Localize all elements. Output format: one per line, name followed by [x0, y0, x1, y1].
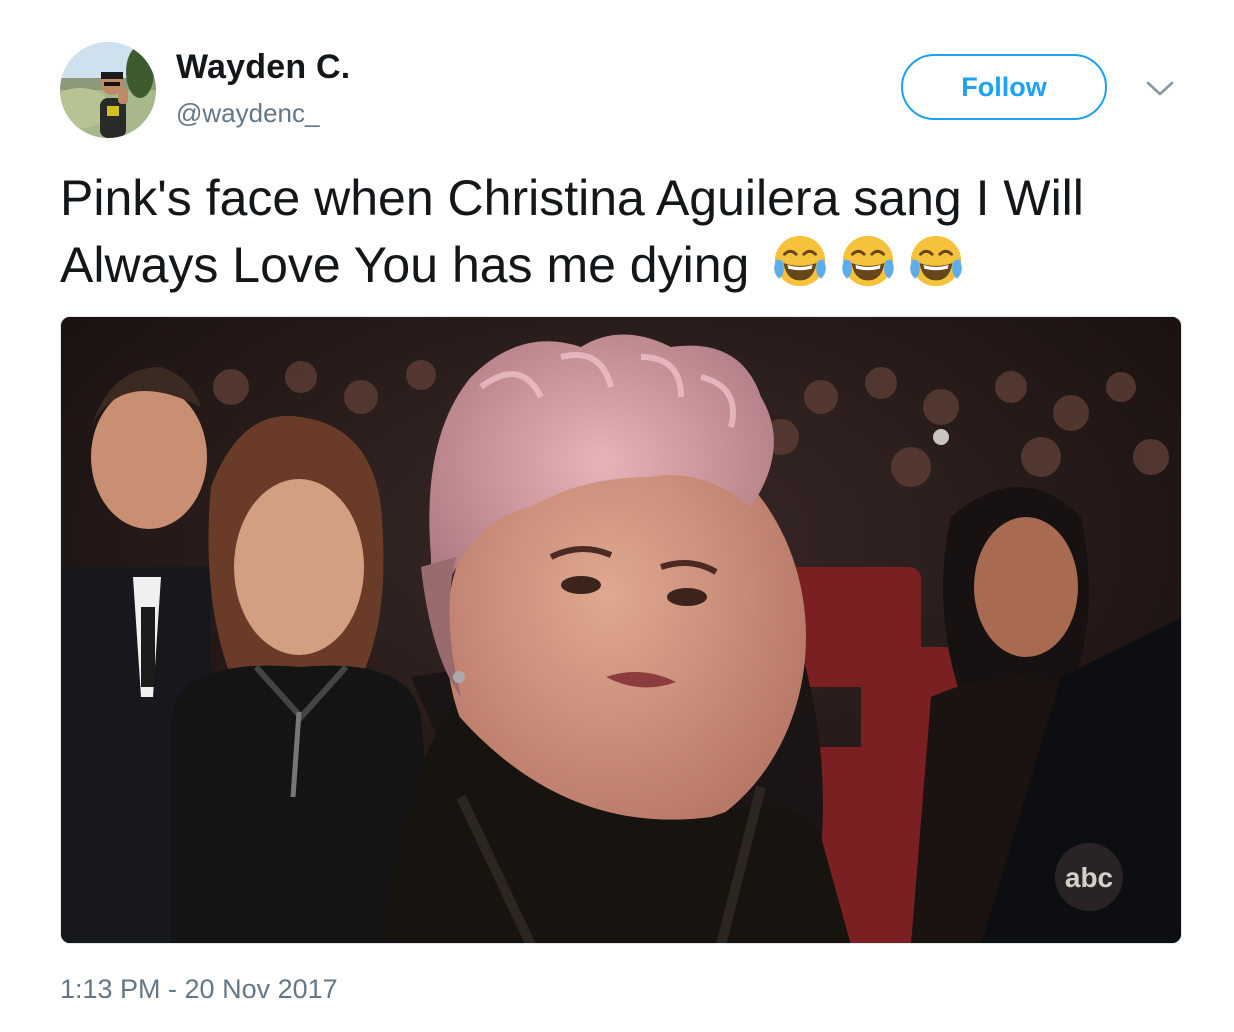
face-with-tears-of-joy-icon — [769, 230, 831, 292]
emoji-group — [763, 235, 967, 293]
face-with-tears-of-joy-icon — [837, 230, 899, 292]
abc-logo: abc — [1055, 843, 1123, 911]
author-display-name[interactable]: Wayden C. — [176, 48, 350, 87]
author-handle[interactable]: @waydenc_ — [176, 98, 319, 129]
tweet-text-container: Pink's face when Christina Aguilera sang… — [60, 166, 1190, 297]
chevron-down-icon[interactable] — [1144, 76, 1176, 100]
svg-text:abc: abc — [1065, 862, 1113, 893]
media-image: abc — [61, 317, 1181, 943]
tweet-timestamp[interactable]: 1:13 PM - 20 Nov 2017 — [60, 974, 338, 1005]
follow-button[interactable]: Follow — [901, 54, 1107, 120]
tweet-media[interactable]: abc — [60, 316, 1182, 944]
avatar-image — [60, 42, 156, 138]
face-with-tears-of-joy-icon — [905, 230, 967, 292]
avatar[interactable] — [60, 42, 156, 138]
